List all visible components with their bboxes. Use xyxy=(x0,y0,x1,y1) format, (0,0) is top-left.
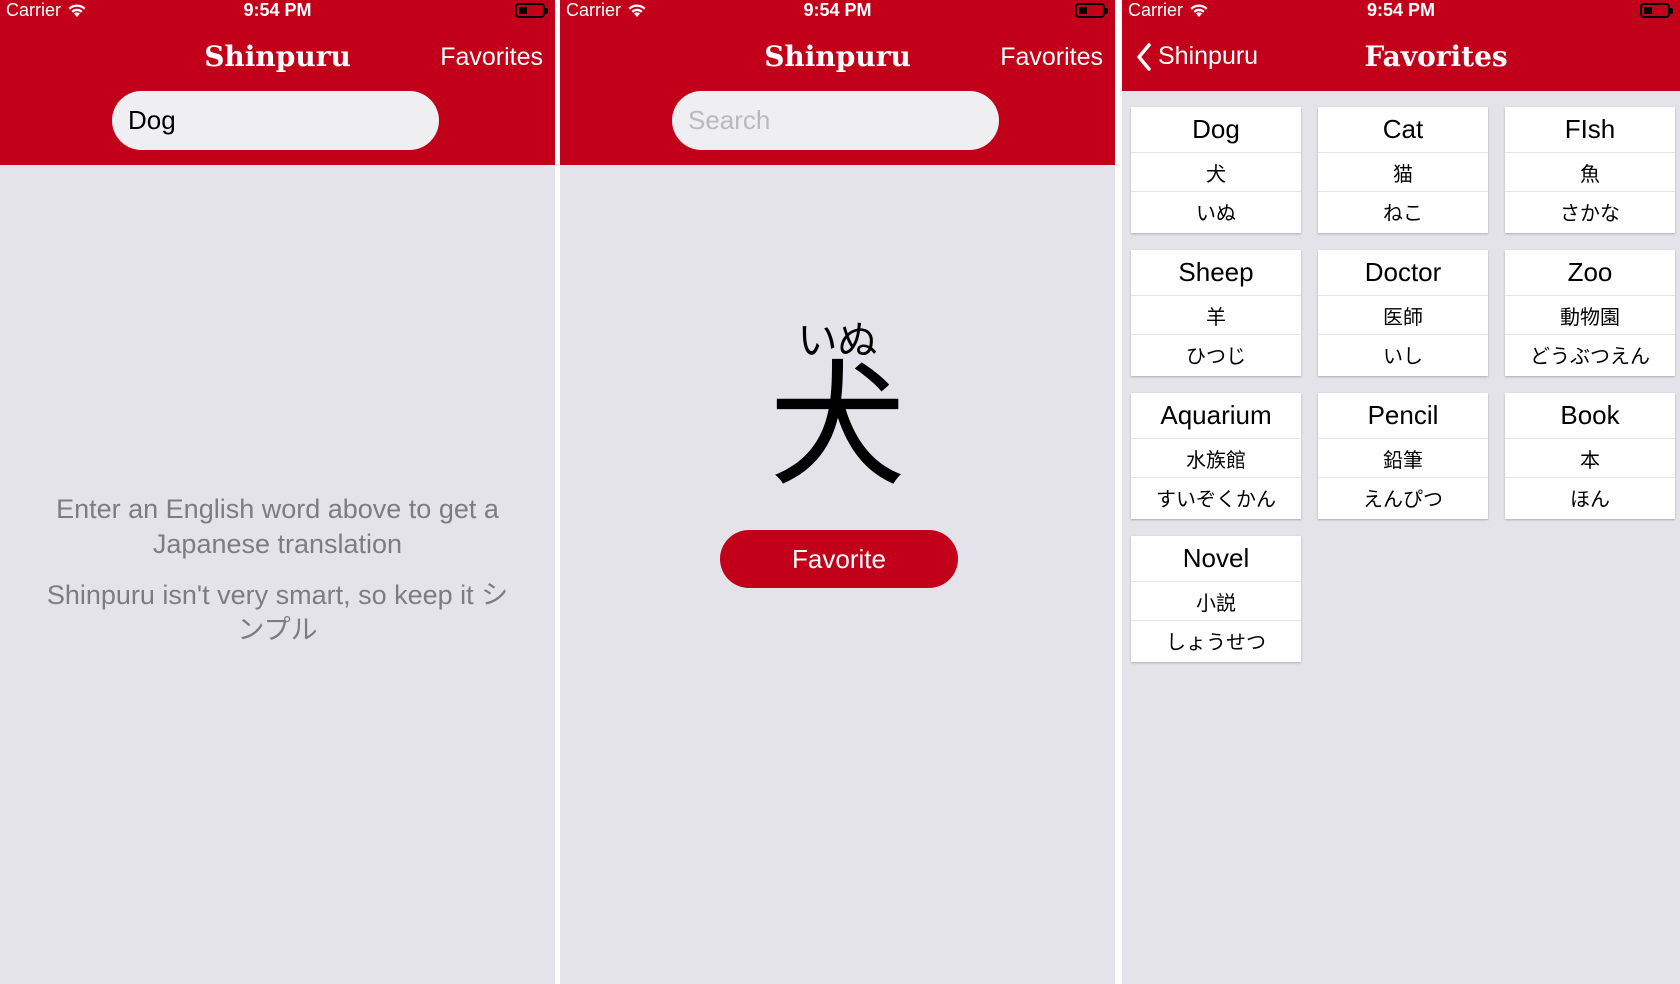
favorite-card[interactable]: Doctor 医師いし xyxy=(1318,250,1488,376)
navigation-bar: Carrier 9:54 PM Shinpuru Favorites Searc… xyxy=(560,0,1115,165)
favorite-card[interactable]: FIsh 魚さかな xyxy=(1505,107,1675,233)
favorite-english: Cat xyxy=(1318,107,1488,153)
favorite-english: Doctor xyxy=(1318,250,1488,296)
favorite-kana: ほん xyxy=(1570,489,1610,511)
favorite-kanji: 猫 xyxy=(1318,153,1488,192)
favorite-english: Aquarium xyxy=(1131,393,1301,439)
favorite-button[interactable]: Favorite xyxy=(720,530,958,588)
favorite-kana: すいぞくかん xyxy=(1156,489,1276,511)
simplicity-note: Shinpuru isn't very smart, so keep it シン… xyxy=(46,580,509,645)
favorite-kana: いし xyxy=(1383,346,1423,368)
navigation-bar: Carrier 9:54 PM Shinpuru Favorites Dog xyxy=(0,0,555,165)
favorite-kana: ひつじ xyxy=(1186,346,1246,368)
favorites-nav-button[interactable]: Favorites xyxy=(440,43,543,72)
favorite-card[interactable]: Zoo 動物園どうぶつえん xyxy=(1505,250,1675,376)
favorite-kanji: 本 xyxy=(1505,439,1675,478)
favorite-kanji: 羊 xyxy=(1131,296,1301,335)
favorite-kanji: 鉛筆 xyxy=(1318,439,1488,478)
favorite-english: Dog xyxy=(1131,107,1301,153)
favorites-screen: Carrier 9:54 PM Shinpuru Favorites Dog犬 xyxy=(1122,0,1680,984)
favorite-kanji: 魚 xyxy=(1505,153,1675,192)
favorite-card[interactable]: Dog 犬いぬ xyxy=(1131,107,1301,233)
favorite-kanji: 医師 xyxy=(1318,296,1488,335)
favorite-english: Sheep xyxy=(1131,250,1301,296)
battery-icon xyxy=(515,3,548,18)
favorite-card[interactable]: Cat 猫ねこ xyxy=(1318,107,1488,233)
instruction-text: Enter an English word above to get a Jap… xyxy=(56,494,499,559)
favorite-english: Zoo xyxy=(1505,250,1675,296)
status-bar: Carrier 9:54 PM xyxy=(560,0,1115,24)
search-screen-empty-result: Carrier 9:54 PM Shinpuru Favorites Dog E… xyxy=(0,0,555,984)
search-input[interactable]: Search xyxy=(672,91,999,150)
favorite-english: Book xyxy=(1505,393,1675,439)
favorite-kana: しょうせつ xyxy=(1166,632,1266,654)
favorite-english: Pencil xyxy=(1318,393,1488,439)
favorite-kana: さかな xyxy=(1560,203,1620,225)
favorite-card[interactable]: Book 本ほん xyxy=(1505,393,1675,519)
favorite-card[interactable]: Pencil 鉛筆えんぴつ xyxy=(1318,393,1488,519)
favorite-kanji: 動物園 xyxy=(1505,296,1675,335)
favorite-kanji: 小説 xyxy=(1131,582,1301,621)
favorite-card[interactable]: Sheep 羊ひつじ xyxy=(1131,250,1301,376)
favorite-kanji: 水族館 xyxy=(1131,439,1301,478)
screenshots-composite: Carrier 9:54 PM Shinpuru Favorites Dog E… xyxy=(0,0,1680,984)
favorites-grid: Dog 犬いぬ Cat 猫ねこ FIsh 魚さかな Sheep 羊ひつじ Doctor 医師 いし Z… xyxy=(1122,0,1680,984)
favorite-english: Novel xyxy=(1131,536,1301,582)
kanji-result: 犬 xyxy=(769,348,906,506)
favorite-kana: えんぴつ xyxy=(1363,489,1443,511)
favorite-kana: いぬ xyxy=(1196,203,1236,225)
favorite-kana: ねこ xyxy=(1383,203,1423,225)
favorite-english: FIsh xyxy=(1505,107,1675,153)
favorite-card[interactable]: Aquarium 水族館すいぞくかん xyxy=(1131,393,1301,519)
status-time: 9:54 PM xyxy=(243,0,312,20)
favorite-kanji: 犬 xyxy=(1131,153,1301,192)
favorite-kana: どうぶつえん xyxy=(1530,346,1650,368)
search-screen-result: Carrier 9:54 PM Shinpuru Favorites Searc… xyxy=(560,0,1115,984)
status-time: 9:54 PM xyxy=(803,0,872,20)
favorites-nav-button[interactable]: Favorites xyxy=(1000,43,1103,72)
status-bar: Carrier 9:54 PM xyxy=(0,0,555,24)
search-input[interactable]: Dog xyxy=(112,91,439,150)
favorite-card[interactable]: Novel 小説しょうせつ xyxy=(1131,536,1301,662)
battery-icon xyxy=(1075,3,1108,18)
